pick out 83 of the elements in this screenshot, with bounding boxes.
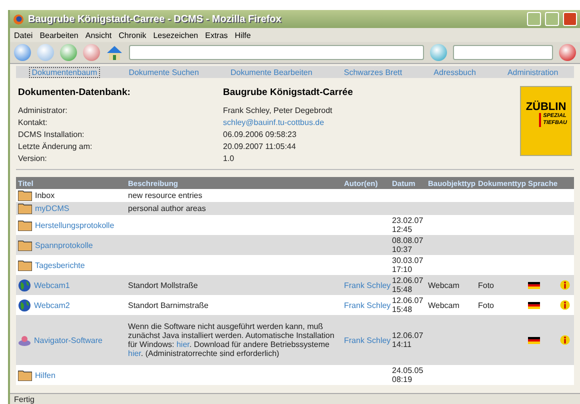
project-title: Baugrube Königstadt-Carrée <box>223 87 353 98</box>
item-title[interactable]: Webcam2 <box>34 300 70 310</box>
menu-item[interactable]: Hilfe <box>234 30 251 40</box>
date-text: 23.02.07 12:45 <box>392 216 424 234</box>
folder-icon <box>18 220 32 230</box>
nav-tab[interactable]: Schwarzes Brett <box>340 66 406 78</box>
close-button[interactable] <box>563 12 577 26</box>
status-text: Fertig <box>14 394 34 404</box>
date-text: 24.05.05 08:19 <box>392 366 424 384</box>
download-link[interactable]: hier <box>128 349 141 358</box>
item-description: Standort Barnimstraße <box>128 300 208 310</box>
nav-tab[interactable]: Dokumente Bearbeiten <box>228 66 316 78</box>
item-description: new resource entries <box>128 191 202 200</box>
home-icon[interactable] <box>106 44 123 60</box>
date-text: 12.06.07 15:48 <box>392 296 424 314</box>
menu-item[interactable]: Lesezeichen <box>153 30 198 40</box>
document-type: Foto <box>478 300 494 310</box>
info-label: Administrator: <box>18 106 68 117</box>
nav-tab[interactable]: Administration <box>504 66 562 78</box>
stop-button[interactable] <box>83 44 100 61</box>
software-icon <box>18 334 31 346</box>
date-text: 12.06.07 15:48 <box>392 276 424 294</box>
globe-icon <box>18 278 31 292</box>
item-title[interactable]: Navigator-Software <box>34 336 102 344</box>
folder-icon <box>18 260 32 270</box>
back-button[interactable] <box>14 44 31 61</box>
menu-item[interactable]: Extras <box>205 30 228 40</box>
menu-item[interactable]: Chronik <box>118 30 146 40</box>
author-link[interactable]: Frank Schley <box>344 336 391 344</box>
info-icon[interactable] <box>560 300 570 310</box>
menu-item[interactable]: Ansicht <box>85 30 112 40</box>
object-type: Webcam <box>428 280 460 290</box>
info-value: 20.09.2007 11:05:44 <box>223 142 296 153</box>
folder-icon <box>18 370 32 380</box>
item-title[interactable]: Herstellungsprotokolle <box>35 220 114 230</box>
item-description: personal author areas <box>128 204 206 213</box>
info-icon[interactable] <box>560 335 570 345</box>
reload-button[interactable] <box>60 44 77 61</box>
nav-tab[interactable]: Dokumente Suchen <box>126 66 202 78</box>
document-type: Foto <box>478 280 494 290</box>
item-title[interactable]: Webcam1 <box>34 280 70 290</box>
maximize-button[interactable] <box>545 12 559 26</box>
folder-icon <box>18 240 32 250</box>
info-value: 06.09.2006 09:58:23 <box>223 130 296 141</box>
go-button[interactable] <box>430 44 447 61</box>
item-description: Wenn die Software nicht ausgeführt werden kann, muß zunächst Java installiert werden. Automatische Installation für Windows: hier. Download für andere Betriebssysteme hier. (Administratorrechte sind erforderlich) <box>128 322 336 358</box>
nav-tab[interactable]: Dokumentenbaum <box>28 66 100 78</box>
item-title[interactable]: Hilfen <box>35 370 56 380</box>
author-link[interactable]: Frank Schley <box>344 300 391 310</box>
forward-button[interactable] <box>37 44 54 61</box>
adblock-button[interactable] <box>559 44 576 61</box>
nav-tab[interactable]: Adressbuch <box>430 66 479 78</box>
info-label: Version: <box>18 154 48 165</box>
author-link[interactable]: Frank Schley <box>344 280 391 290</box>
item-title[interactable]: Inbox <box>35 191 55 200</box>
german-flag-icon <box>528 282 540 288</box>
item-description: Standort Mollstraße <box>128 280 198 290</box>
info-label: DCMS Installation: <box>18 130 86 141</box>
email-link[interactable]: schley@bauinf.tu-cottbus.de <box>223 118 324 129</box>
section-heading: Dokumenten-Datenbank: <box>18 87 130 98</box>
info-label: Kontakt: <box>18 118 48 129</box>
window-title: Baugrube Königstadt-Carree - DCMS - Mozilla Firefox <box>28 14 282 24</box>
item-title[interactable]: Spannprotokolle <box>35 240 93 250</box>
date-text: 12.06.07 14:11 <box>392 331 424 349</box>
german-flag-icon <box>528 302 540 308</box>
download-link[interactable]: hier <box>176 340 190 349</box>
globe-icon <box>18 298 31 312</box>
info-label: Letzte Änderung am: <box>18 142 94 153</box>
date-text: 08.08.07 10:37 <box>392 236 424 254</box>
address-field[interactable] <box>129 45 424 60</box>
minimize-button[interactable] <box>527 12 541 26</box>
info-icon[interactable] <box>560 280 570 290</box>
menu-item[interactable]: Datei <box>14 30 33 40</box>
menu-item[interactable]: Bearbeiten <box>40 30 78 40</box>
date-text: 30.03.07 17:10 <box>392 256 424 274</box>
info-value: 1.0 <box>223 154 234 165</box>
item-title[interactable]: myDCMS <box>35 204 70 213</box>
info-value: Frank Schley, Peter Degebrodt <box>223 106 332 117</box>
search-field[interactable] <box>453 45 553 60</box>
item-title[interactable]: Tagesberichte <box>35 260 85 270</box>
german-flag-icon <box>528 336 540 344</box>
firefox-icon <box>13 14 24 24</box>
object-type: Webcam <box>428 300 460 310</box>
